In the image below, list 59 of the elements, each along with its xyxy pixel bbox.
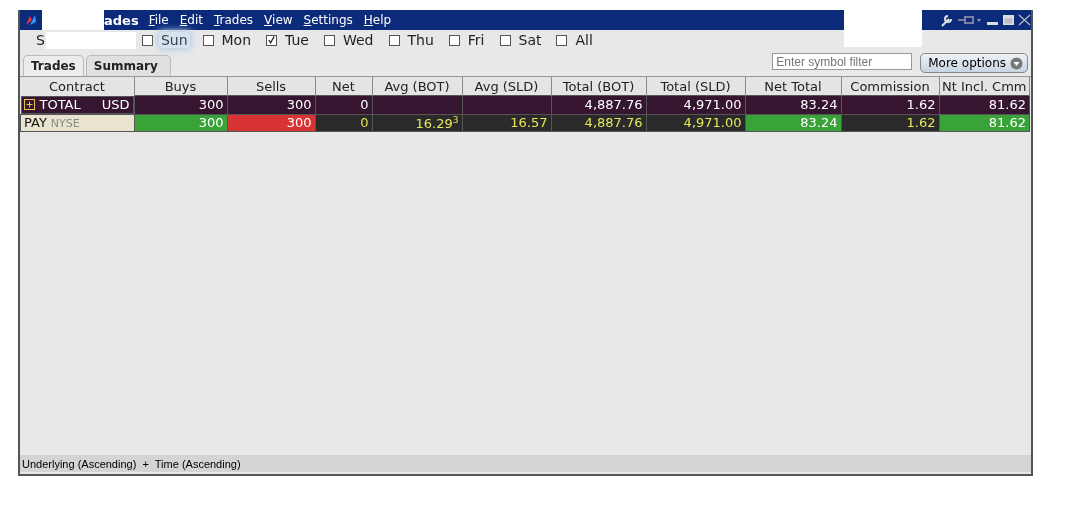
table-cell: 300 [227,95,315,114]
tab[interactable]: Trades [23,55,84,76]
checkbox[interactable] [266,34,278,46]
close-icon[interactable] [1018,14,1031,26]
expand-icon[interactable] [23,99,35,110]
column-header[interactable]: Avg (BOT) [372,77,462,96]
menu-item[interactable]: View [264,13,293,27]
checkbox[interactable] [324,34,335,46]
day-label[interactable]: Thu [405,32,436,48]
column-header[interactable]: Avg (SLD) [462,77,551,96]
pin-icon[interactable] [957,14,983,26]
checkbox[interactable] [448,34,460,46]
menu-item[interactable]: Edit [179,13,203,27]
checkbox[interactable] [141,34,153,46]
exchange-label: USD [101,97,130,112]
wrench-icon[interactable] [940,13,954,27]
window-title: ades [104,12,139,28]
exchange-label: NYSE [50,117,80,131]
status-bar: Underlying (Ascending) + Time (Ascending) [20,455,1031,472]
day-label[interactable]: Mon [219,32,254,48]
checkbox[interactable] [499,34,511,46]
day-label[interactable]: Sat [516,32,544,48]
day-label[interactable]: Tue [283,32,311,48]
column-header[interactable]: Total (BOT) [551,77,646,96]
table-cell: 81.62 [939,95,1030,114]
column-header[interactable]: Net [315,77,372,96]
caret-icon [1010,56,1023,70]
search-field[interactable]: Enter symbol filter [772,53,913,70]
column-header[interactable]: Contract [20,77,134,96]
table-cell: 4,971.00 [646,95,745,114]
table-cell: 300 [134,95,227,114]
menu-item[interactable]: Help [363,13,392,27]
day-label[interactable]: Sun [158,32,190,48]
column-header[interactable]: Buys [134,77,227,96]
day-label[interactable]: Fri [465,32,487,48]
day-label[interactable]: Wed [341,32,376,48]
contract-symbol: PAY [24,115,47,131]
tab[interactable]: Summary [85,55,171,76]
column-header[interactable]: Nt Incl. Cmm [939,77,1030,96]
checkbox[interactable] [556,34,568,46]
table-cell: 0 [315,95,372,114]
day-label[interactable]: All [573,32,595,48]
column-header[interactable]: Sells [227,77,315,96]
table-cell: 83.24 [745,95,841,114]
menu-item[interactable]: Trades [214,13,254,27]
table-cell: 1.62 [841,95,939,114]
column-header[interactable]: Commission [841,77,939,96]
contract-symbol: TOTAL [39,97,82,112]
checkbox[interactable] [202,34,214,46]
column-header[interactable]: Net Total [745,77,841,96]
app-logo-icon [24,13,38,27]
column-header[interactable]: Total (SLD) [646,77,745,96]
menu-item[interactable]: File [148,13,169,27]
checkbox[interactable] [388,34,400,46]
maximize-icon[interactable] [1002,14,1015,26]
menu-item[interactable]: Settings [303,13,353,27]
more-options-button[interactable]: More options [920,53,1028,73]
filter-label: S [36,32,45,48]
table-cell: 4,887.76 [551,95,646,114]
